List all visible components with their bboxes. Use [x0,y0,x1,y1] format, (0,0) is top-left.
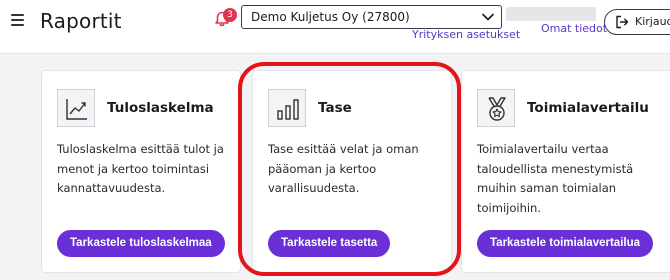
medal-icon [477,89,515,127]
report-card-income-statement: Tuloslaskelma Tuloslaskelma esittää tulo… [41,70,241,273]
logout-icon [616,15,629,29]
hamburger-menu-icon[interactable] [11,14,24,26]
card-description: Tuloslaskelma esittää tulot ja menot ja … [57,142,224,195]
company-select[interactable]: Demo Kuljetus Oy (27800) [241,5,502,29]
logout-label: Kirjaudu [635,15,670,28]
top-bar: Raportit 3 Demo Kuljetus Oy (27800) Yrit… [0,0,670,54]
chevron-down-icon [482,13,494,21]
my-info-link[interactable]: Omat tiedot [541,22,607,35]
line-chart-icon [57,89,95,127]
card-title: Tuloslaskelma [107,100,214,116]
highlight-annotation [238,62,461,276]
company-settings-link[interactable]: Yrityksen asetukset [412,28,520,41]
report-card-industry-comparison: Toimialavertailu Toimialavertailu vertaa… [461,70,670,273]
view-industry-comparison-button[interactable]: Tarkastele toimialavertailua [477,230,653,257]
user-name-redacted [506,7,596,21]
view-income-statement-button[interactable]: Tarkastele tuloslaskelmaa [57,230,225,257]
card-description: Toimialavertailu vertaa taloudellista me… [477,142,634,215]
logout-button[interactable]: Kirjaudu [604,9,670,35]
card-title: Toimialavertailu [527,100,649,116]
company-select-value: Demo Kuljetus Oy (27800) [251,10,410,24]
notification-badge: 3 [223,8,237,22]
page-title: Raportit [40,9,122,33]
